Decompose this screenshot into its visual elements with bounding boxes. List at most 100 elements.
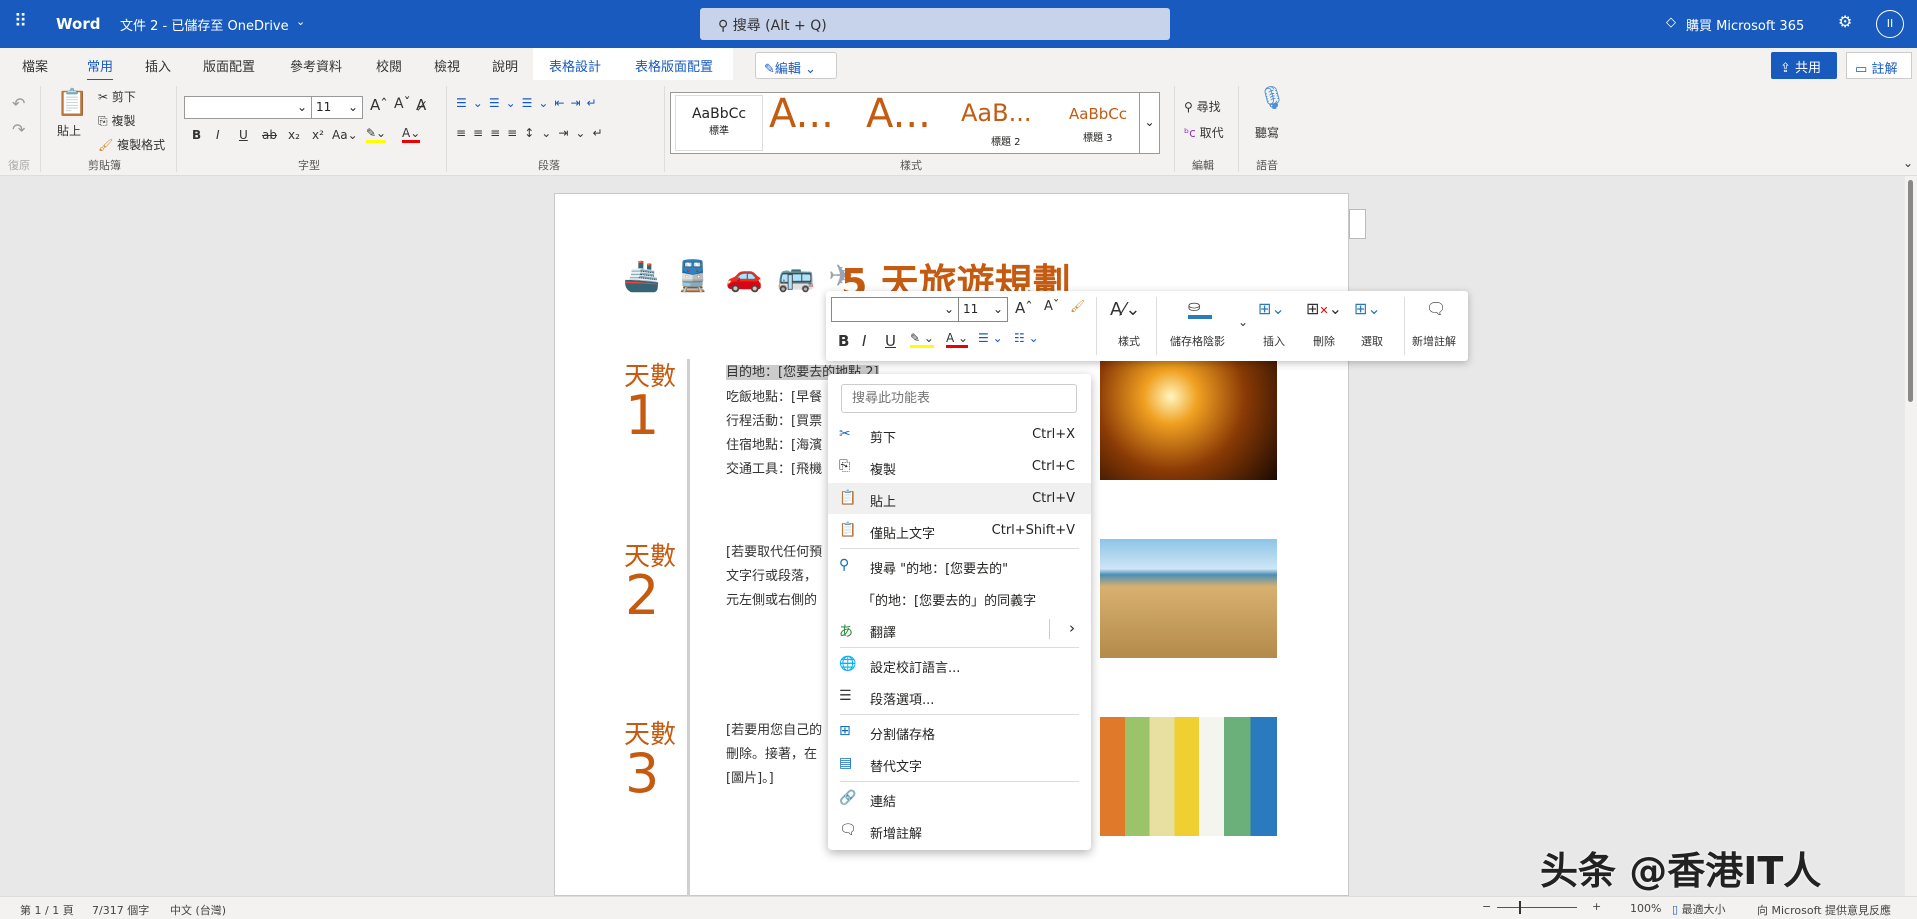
tab-review[interactable]: 校閱 — [376, 56, 402, 75]
copy-button[interactable]: ⎘ 複製 — [98, 112, 135, 129]
paste-button[interactable]: 貼上 — [57, 122, 81, 139]
shading-icon[interactable]: ⛀ — [1188, 297, 1212, 319]
bold-button[interactable]: B — [192, 128, 201, 142]
tab-references[interactable]: 參考資料 — [290, 56, 342, 75]
cut-button[interactable]: ✂ 剪下 — [98, 88, 136, 105]
language-status[interactable]: 中文 (台灣) — [170, 902, 226, 918]
share-button[interactable]: ⇪ 共用 — [1771, 52, 1837, 79]
italic-button[interactable]: I — [216, 128, 220, 142]
app-name[interactable]: Word — [56, 15, 100, 33]
chevron-right-icon[interactable]: › — [1069, 619, 1075, 637]
paste-icon[interactable]: 📋 — [56, 88, 88, 118]
tab-insert[interactable]: 插入 — [145, 56, 171, 75]
menu-item-split-cells[interactable]: ⊞ 分割儲存格 — [828, 716, 1091, 747]
word-count[interactable]: 7/317 個字 — [92, 902, 149, 918]
font-size-input[interactable]: 11 ⌄ — [311, 96, 363, 119]
grow-font-icon[interactable]: Aˆ — [370, 96, 388, 114]
style-heading2[interactable]: AaB... — [961, 99, 1031, 127]
tab-table-layout[interactable]: 表格版面配置 — [635, 56, 713, 75]
editing-mode-dropdown[interactable]: ✎編輯 ⌄ — [755, 52, 837, 79]
menu-item-link[interactable]: 🔗 連結 — [828, 783, 1091, 814]
day1-line[interactable]: 交通工具：[飛機 — [726, 458, 822, 477]
highlight-icon[interactable]: ✎⌄ — [366, 126, 387, 143]
menu-item-paste[interactable]: 📋 貼上 Ctrl+V — [828, 483, 1091, 514]
tab-layout[interactable]: 版面配置 — [203, 56, 255, 75]
day1-line[interactable]: 住宿地點：[海濱 — [726, 434, 822, 453]
new-comment-icon[interactable]: 🗨 — [1426, 299, 1446, 318]
shrink-font-icon[interactable]: Aˇ — [394, 96, 411, 112]
menu-item-synonyms[interactable]: 「的地：[您要去的」的同義字 — [828, 582, 1091, 613]
bold-button[interactable]: B — [838, 332, 849, 350]
replace-button[interactable]: ᵇc 取代 — [1184, 124, 1224, 141]
format-painter-icon[interactable]: 🖌 — [1070, 299, 1085, 313]
menu-search-input[interactable] — [841, 384, 1077, 413]
vertical-scrollbar[interactable] — [1905, 176, 1917, 896]
zoom-out-button[interactable]: − — [1482, 900, 1491, 913]
tab-help[interactable]: 說明 — [492, 56, 518, 75]
mini-styles-button[interactable]: 樣式 — [1118, 333, 1140, 349]
italic-button[interactable]: I — [862, 332, 866, 350]
tab-view[interactable]: 檢視 — [434, 56, 460, 75]
day3-line[interactable]: 刪除。接著，在 — [726, 743, 817, 762]
highlight-icon[interactable]: ✎ ⌄ — [910, 331, 934, 348]
feedback-link[interactable]: 向 Microsoft 提供意見反應 — [1757, 902, 1891, 918]
microphone-icon[interactable]: 🎙 — [1258, 86, 1286, 111]
menu-item-cut[interactable]: ✂ 剪下 Ctrl+X — [828, 419, 1091, 450]
alignment-buttons[interactable]: ≡≡≡≡↕⌄⇥⌄↵ — [456, 126, 610, 140]
menu-item-translate[interactable]: あ翻譯 › — [828, 614, 1091, 645]
style-heading3[interactable]: AaBbCc — [1069, 105, 1127, 123]
numbering-icon[interactable]: ☷ ⌄ — [1014, 331, 1039, 345]
comments-button[interactable]: ▭ 註解 — [1846, 52, 1912, 79]
mini-shading-button[interactable]: 儲存格陰影 — [1170, 333, 1225, 349]
zoom-slider[interactable] — [1497, 901, 1577, 914]
menu-item-new-comment[interactable]: 🗨 新增註解 — [828, 815, 1091, 846]
undo-icon[interactable]: ↶ — [12, 94, 25, 113]
zoom-in-button[interactable]: + — [1592, 900, 1601, 913]
mini-font-size-input[interactable]: 11 ⌄ — [958, 297, 1008, 322]
styles-expand-icon[interactable]: ⌄ — [1139, 93, 1159, 153]
tab-table-design[interactable]: 表格設計 — [549, 56, 601, 75]
format-painter-button[interactable]: 🖌 複製格式 — [98, 136, 165, 153]
menu-item-proofing-language[interactable]: 🌐 設定校訂語言... — [828, 649, 1091, 680]
shrink-font-icon[interactable]: Aˇ — [1044, 299, 1059, 314]
tab-file[interactable]: 檔案 — [22, 56, 48, 75]
font-color-icon[interactable]: A⌄ — [402, 126, 421, 143]
grow-font-icon[interactable]: Aˆ — [1015, 299, 1033, 317]
bullets-icon[interactable]: ☰ ⌄ — [978, 331, 1003, 345]
day3-line[interactable]: [若要用您自己的 — [726, 719, 822, 738]
change-case-button[interactable]: Aa⌄ — [332, 128, 358, 142]
redo-icon[interactable]: ↷ — [12, 120, 25, 139]
delete-table-icon[interactable]: ⊞✕⌄ — [1306, 299, 1342, 318]
mini-new-comment-button[interactable]: 新增註解 — [1412, 333, 1456, 349]
search-box[interactable]: ⚲ 搜尋 (Alt + Q) — [700, 8, 1170, 40]
menu-item-search[interactable]: ⚲ 搜尋 "的地：[您要去的" — [828, 550, 1091, 581]
underline-button[interactable]: U — [239, 128, 248, 142]
styles-icon[interactable]: A⁄⌄ — [1110, 299, 1140, 320]
avatar[interactable]: II — [1876, 10, 1904, 38]
mini-delete-button[interactable]: 刪除 — [1313, 333, 1335, 349]
styles-gallery[interactable]: AaBbCc 標準 A... A... AaB... 標題 2 AaBbCc 標題… — [670, 91, 1160, 154]
mini-font-name-input[interactable]: ⌄ — [831, 297, 959, 322]
fit-button[interactable]: ▯ 最適大小 — [1672, 901, 1726, 917]
superscript-button[interactable]: x² — [312, 128, 324, 142]
strikethrough-button[interactable]: ab — [262, 128, 277, 142]
style-title[interactable]: A... — [769, 91, 834, 137]
underline-button[interactable]: U — [885, 332, 896, 350]
tab-home[interactable]: 常用 — [87, 56, 114, 82]
menu-item-copy[interactable]: ⎘ 複製 Ctrl+C — [828, 451, 1091, 482]
select-table-icon[interactable]: ⊞⌄ — [1354, 299, 1381, 318]
chevron-down-icon[interactable]: ⌄ — [296, 15, 305, 28]
gear-icon[interactable]: ⚙ — [1838, 12, 1852, 31]
surfboards-image[interactable] — [1100, 717, 1277, 836]
concert-image[interactable] — [1100, 361, 1277, 480]
day2-line[interactable]: 元左側或右側的 — [726, 589, 817, 608]
subscript-button[interactable]: x₂ — [288, 128, 300, 142]
day1-line[interactable]: 行程活動：[買票 — [726, 410, 822, 429]
font-name-input[interactable]: ⌄ — [184, 96, 312, 119]
buy-m365-link[interactable]: 購買 Microsoft 365 — [1686, 15, 1804, 34]
app-launcher-icon[interactable]: ⠿ — [14, 11, 27, 32]
list-buttons[interactable]: ☰⌄☰⌄☰⌄⇤⇥↵ — [456, 96, 603, 110]
day2-line[interactable]: 文字行或段落， — [726, 565, 817, 584]
menu-item-paste-text[interactable]: 📋 僅貼上文字 Ctrl+Shift+V — [828, 515, 1091, 546]
clear-format-icon[interactable]: A̷ — [416, 96, 426, 114]
